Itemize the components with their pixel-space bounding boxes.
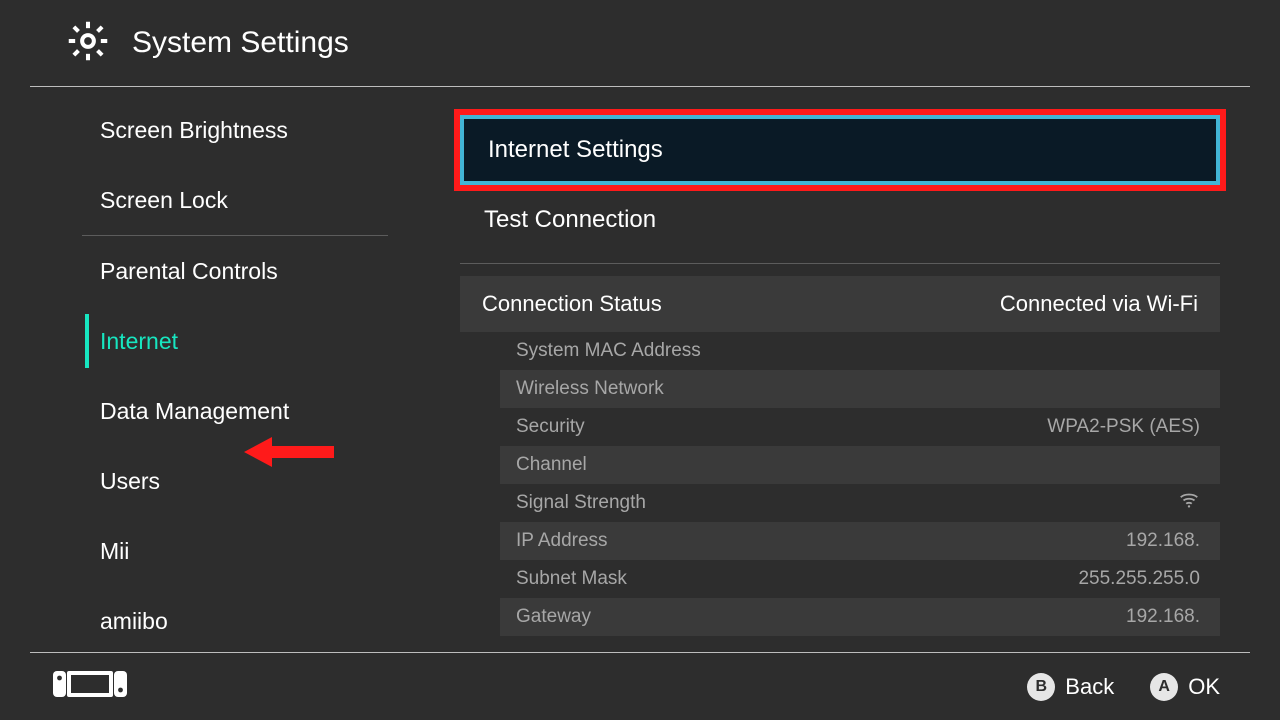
menu-item-label: Internet Settings bbox=[488, 136, 663, 164]
sidebar-item-label: Screen Brightness bbox=[100, 117, 288, 144]
b-button-icon: B bbox=[1027, 673, 1055, 701]
back-button[interactable]: B Back bbox=[1027, 673, 1114, 701]
detail-value: 192.168. bbox=[1126, 606, 1200, 628]
detail-value: WPA2-PSK (AES) bbox=[1047, 416, 1200, 438]
detail-label: Gateway bbox=[516, 606, 591, 628]
footer: B Back A OK bbox=[30, 652, 1250, 720]
console-icon bbox=[52, 667, 128, 706]
menu-item-label: Test Connection bbox=[484, 206, 656, 234]
detail-label: IP Address bbox=[516, 530, 608, 552]
sidebar-item-label: Mii bbox=[100, 538, 129, 565]
sidebar-item-users[interactable]: Users bbox=[30, 446, 410, 516]
menu-item-test-connection[interactable]: Test Connection bbox=[460, 185, 1220, 255]
sidebar-item-screen-lock[interactable]: Screen Lock bbox=[30, 165, 410, 235]
sidebar-item-parental-controls[interactable]: Parental Controls bbox=[30, 236, 410, 306]
sidebar-item-label: Screen Lock bbox=[100, 187, 228, 214]
detail-row-channel: Channel bbox=[500, 446, 1220, 484]
menu-divider bbox=[460, 263, 1220, 264]
sidebar-item-label: Internet bbox=[100, 328, 178, 355]
page-title: System Settings bbox=[132, 26, 349, 60]
main-panel: Internet Settings Test Connection Connec… bbox=[410, 87, 1250, 652]
detail-row-gateway: Gateway 192.168. bbox=[500, 598, 1220, 636]
a-button-icon: A bbox=[1150, 673, 1178, 701]
sidebar-item-screen-brightness[interactable]: Screen Brightness bbox=[30, 95, 410, 165]
menu-item-internet-settings[interactable]: Internet Settings bbox=[460, 115, 1220, 185]
sidebar-item-amiibo[interactable]: amiibo bbox=[30, 586, 410, 652]
connection-details: System MAC Address Wireless Network Secu… bbox=[460, 332, 1220, 636]
detail-label: System MAC Address bbox=[516, 340, 701, 362]
sidebar-item-internet[interactable]: Internet bbox=[30, 306, 410, 376]
detail-label: Wireless Network bbox=[516, 378, 664, 400]
gear-icon bbox=[66, 19, 110, 68]
sidebar-item-label: Users bbox=[100, 468, 160, 495]
ok-button[interactable]: A OK bbox=[1150, 673, 1220, 701]
detail-row-mac-address: System MAC Address bbox=[500, 332, 1220, 370]
detail-row-subnet-mask: Subnet Mask 255.255.255.0 bbox=[500, 560, 1220, 598]
ok-label: OK bbox=[1188, 674, 1220, 700]
detail-value: 192.168. bbox=[1126, 530, 1200, 552]
sidebar-item-label: amiibo bbox=[100, 608, 168, 635]
detail-label: Channel bbox=[516, 454, 587, 476]
wifi-icon bbox=[1178, 489, 1200, 517]
back-label: Back bbox=[1065, 674, 1114, 700]
detail-row-signal-strength: Signal Strength bbox=[500, 484, 1220, 522]
sidebar-item-data-management[interactable]: Data Management bbox=[30, 376, 410, 446]
detail-label: Subnet Mask bbox=[516, 568, 627, 590]
sidebar: Screen Brightness Screen Lock Parental C… bbox=[30, 87, 410, 652]
sidebar-item-label: Data Management bbox=[100, 398, 289, 425]
sidebar-item-label: Parental Controls bbox=[100, 258, 278, 285]
connection-status-label: Connection Status bbox=[482, 291, 662, 317]
detail-row-ip-address: IP Address 192.168. bbox=[500, 522, 1220, 560]
header: System Settings bbox=[30, 0, 1250, 87]
connection-status-value: Connected via Wi-Fi bbox=[1000, 291, 1198, 317]
connection-status-header: Connection Status Connected via Wi-Fi bbox=[460, 276, 1220, 332]
detail-row-wireless-network: Wireless Network bbox=[500, 370, 1220, 408]
detail-value: 255.255.255.0 bbox=[1078, 568, 1200, 590]
detail-label: Security bbox=[516, 416, 585, 438]
detail-row-security: Security WPA2-PSK (AES) bbox=[500, 408, 1220, 446]
sidebar-item-mii[interactable]: Mii bbox=[30, 516, 410, 586]
detail-label: Signal Strength bbox=[516, 492, 646, 514]
